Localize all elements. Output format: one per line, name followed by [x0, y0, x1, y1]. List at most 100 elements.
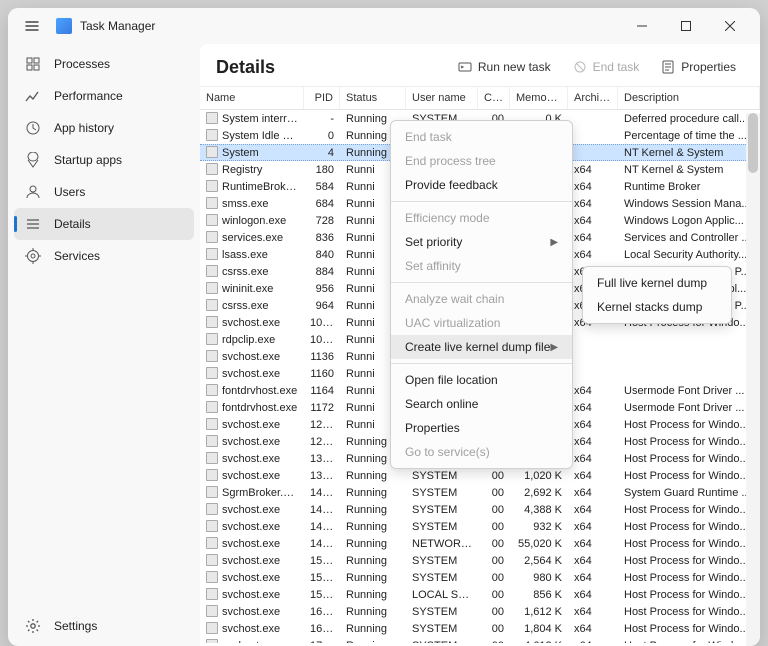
submenu-kernel-stacks-dump[interactable]: Kernel stacks dump: [583, 295, 731, 319]
cell-pid: 180: [304, 163, 340, 177]
cell-desc: [618, 373, 760, 375]
maximize-button[interactable]: [664, 11, 708, 41]
table-row[interactable]: svchost.exe1512RunningSYSTEM002,564 Kx64…: [200, 552, 760, 569]
cell-desc: Windows Logon Applic...: [618, 214, 760, 228]
cell-arch: x64: [568, 248, 618, 262]
cell-cpu: 00: [478, 639, 510, 644]
col-user[interactable]: User name: [406, 87, 478, 109]
table-row[interactable]: svchost.exe1492RunningNETWORK...0055,020…: [200, 535, 760, 552]
cell-name: System Idle Process: [200, 128, 304, 143]
context-menu-label: Properties: [405, 421, 460, 435]
close-icon: [725, 21, 735, 31]
table-row[interactable]: svchost.exe1616RunningSYSTEM001,612 Kx64…: [200, 603, 760, 620]
end-task-button[interactable]: End task: [565, 56, 648, 78]
cell-name: RuntimeBroker.exe: [200, 179, 304, 194]
table-row[interactable]: svchost.exe1588RunningLOCAL SE...00856 K…: [200, 586, 760, 603]
sidebar-item-users[interactable]: Users: [14, 176, 194, 208]
process-icon: [206, 197, 218, 209]
context-menu-properties[interactable]: Properties: [391, 416, 572, 440]
sidebar-item-performance[interactable]: Performance: [14, 80, 194, 112]
cell-name: winlogon.exe: [200, 213, 304, 228]
cell-arch: x64: [568, 605, 618, 619]
cell-desc: Services and Controller ...: [618, 231, 760, 245]
cell-pid: 1136: [304, 350, 340, 364]
cell-cpu: 00: [478, 554, 510, 568]
context-menu-set-priority[interactable]: Set priority ▶: [391, 230, 572, 254]
col-desc[interactable]: Description: [618, 87, 760, 109]
cell-pid: 964: [304, 299, 340, 313]
context-menu-open-file-location[interactable]: Open file location: [391, 368, 572, 392]
table-row[interactable]: svchost.exe1428RunningSYSTEM004,388 Kx64…: [200, 501, 760, 518]
cell-arch: x64: [568, 401, 618, 415]
sidebar-item-startup-apps[interactable]: Startup apps: [14, 144, 194, 176]
table-row[interactable]: svchost.exe1476RunningSYSTEM00932 Kx64Ho…: [200, 518, 760, 535]
cell-status: Running: [340, 639, 406, 644]
process-icon: [206, 554, 218, 566]
context-menu-provide-feedback[interactable]: Provide feedback: [391, 173, 572, 197]
cell-cpu: 00: [478, 588, 510, 602]
sidebar-item-processes[interactable]: Processes: [14, 48, 194, 80]
run-icon: [458, 60, 472, 74]
cell-arch: x64: [568, 163, 618, 177]
table-row[interactable]: svchost.exe1644RunningSYSTEM001,804 Kx64…: [200, 620, 760, 637]
col-arch[interactable]: Archite...: [568, 87, 618, 109]
cell-name: fontdrvhost.exe: [200, 383, 304, 398]
cell-name: fontdrvhost.exe: [200, 400, 304, 415]
cell-arch: x64: [568, 384, 618, 398]
submenu-full-live-kernel-dump[interactable]: Full live kernel dump: [583, 271, 731, 295]
gear-icon: [24, 617, 42, 635]
scrollbar-thumb[interactable]: [748, 113, 758, 173]
col-cpu[interactable]: CPU: [478, 87, 510, 109]
context-menu-search-online[interactable]: Search online: [391, 392, 572, 416]
context-menu-go-to-service-s-: Go to service(s): [391, 440, 572, 464]
table-row[interactable]: SgrmBroker.exe1408RunningSYSTEM002,692 K…: [200, 484, 760, 501]
toolbar: Details Run new task End task Properties: [200, 44, 760, 86]
cell-pid: 1408: [304, 486, 340, 500]
minimize-button[interactable]: [620, 11, 664, 41]
chevron-right-icon: ▶: [550, 237, 558, 248]
col-mem[interactable]: Memory (a...: [510, 87, 568, 109]
cell-desc: [618, 339, 760, 341]
scrollbar-track[interactable]: [746, 113, 760, 646]
hamburger-button[interactable]: [16, 10, 48, 42]
run-new-task-button[interactable]: Run new task: [450, 56, 559, 78]
context-menu-create-live-kernel-dump-file[interactable]: Create live kernel dump file▶: [391, 335, 572, 359]
col-pid[interactable]: PID: [304, 87, 340, 109]
context-menu-label: Set priority: [405, 235, 462, 249]
cell-cpu: 00: [478, 622, 510, 636]
cell-pid: 1476: [304, 520, 340, 534]
cell-arch: x64: [568, 639, 618, 644]
cell-pid: 1160: [304, 367, 340, 381]
table-row[interactable]: svchost.exe1368RunningSYSTEM001,020 Kx64…: [200, 467, 760, 484]
context-menu[interactable]: End taskEnd process treeProvide feedback…: [390, 120, 573, 469]
table-row[interactable]: svchost.exe1580RunningSYSTEM00980 Kx64Ho…: [200, 569, 760, 586]
cell-arch: [568, 373, 618, 375]
properties-button[interactable]: Properties: [653, 56, 744, 78]
cell-name: System interrupts: [200, 111, 304, 126]
cell-arch: x64: [568, 571, 618, 585]
cell-cpu: 00: [478, 486, 510, 500]
cell-desc: Host Process for Windo...: [618, 639, 760, 644]
context-menu-separator: [391, 201, 572, 202]
cell-cpu: 00: [478, 520, 510, 534]
context-submenu[interactable]: Full live kernel dumpKernel stacks dump: [582, 266, 732, 324]
table-row[interactable]: svchost.exe1728RunningSYSTEM004,612 Kx64…: [200, 637, 760, 643]
sidebar-item-details[interactable]: Details: [14, 208, 194, 240]
col-name[interactable]: Name: [200, 87, 304, 109]
sidebar-icon: [24, 55, 42, 73]
col-status[interactable]: Status: [340, 87, 406, 109]
sidebar-item-services[interactable]: Services: [14, 240, 194, 272]
cell-arch: x64: [568, 418, 618, 432]
sidebar-item-app-history[interactable]: App history: [14, 112, 194, 144]
sidebar-settings[interactable]: Settings: [14, 610, 194, 642]
cell-desc: Runtime Broker: [618, 180, 760, 194]
cell-user: SYSTEM: [406, 622, 478, 636]
table-header[interactable]: Name PID Status User name CPU Memory (a.…: [200, 87, 760, 110]
cell-pid: 1264: [304, 435, 340, 449]
cell-name: lsass.exe: [200, 247, 304, 262]
close-button[interactable]: [708, 11, 752, 41]
sidebar-label: Performance: [54, 89, 123, 103]
cell-pid: 1076: [304, 316, 340, 330]
cell-user: SYSTEM: [406, 571, 478, 585]
cell-desc: Host Process for Windo...: [618, 605, 760, 619]
